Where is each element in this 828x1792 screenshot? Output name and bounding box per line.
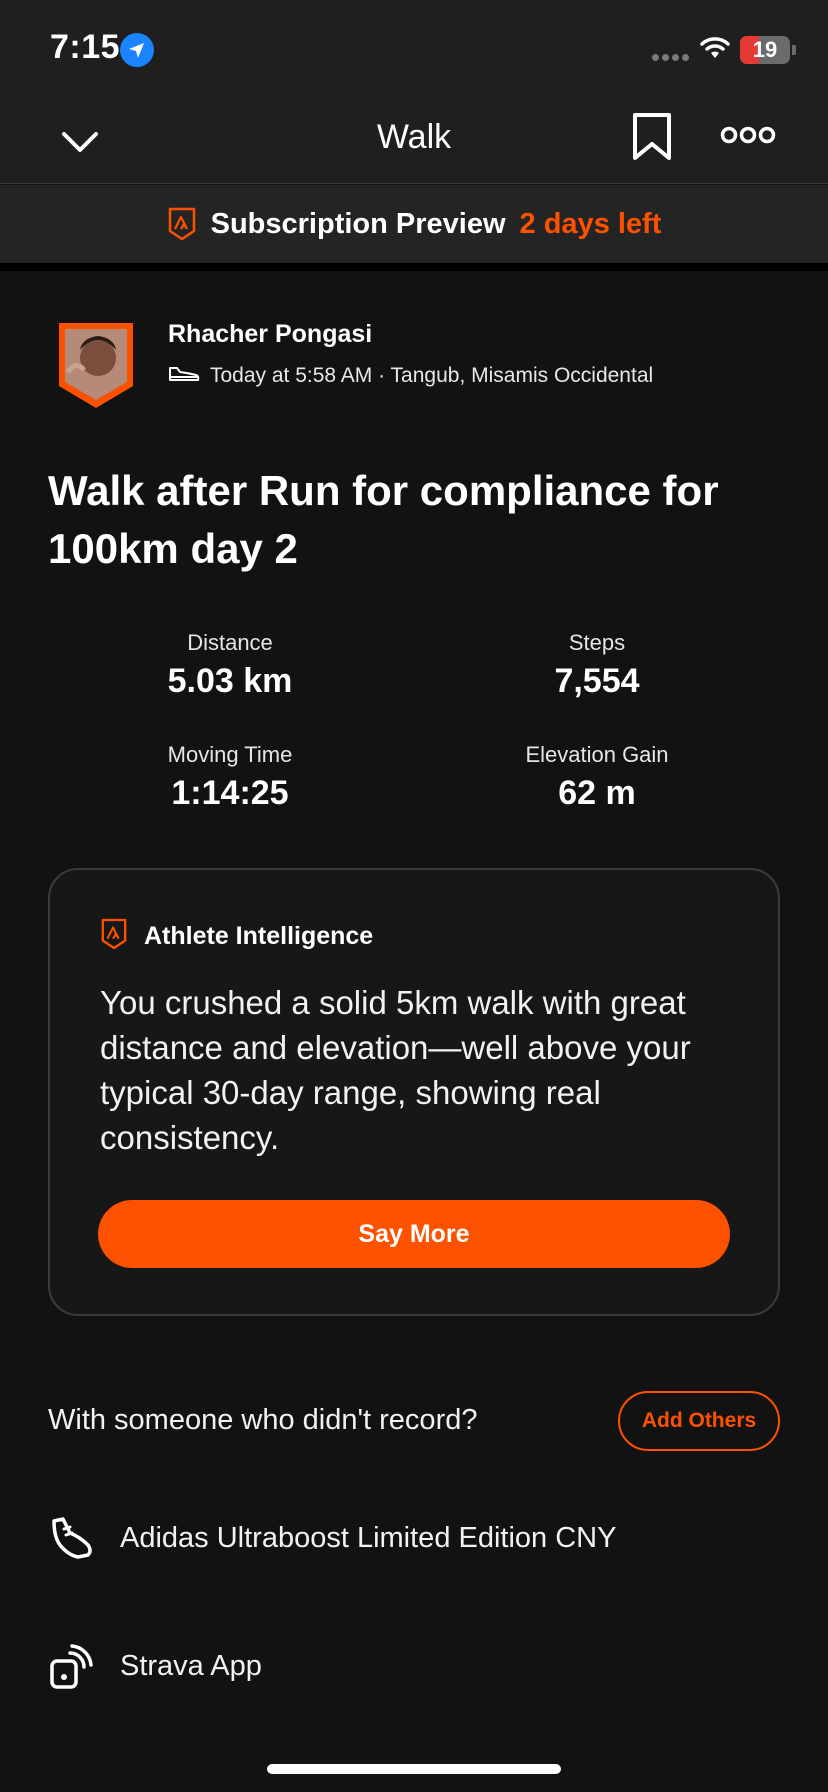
stat-moving-time: Moving Time 1:14:25	[80, 742, 380, 813]
stat-value: 7,554	[554, 662, 640, 700]
shoe-icon	[48, 1515, 94, 1561]
stat-elevation-gain: Elevation Gain 62 m	[447, 742, 747, 813]
bookmark-icon[interactable]	[630, 112, 674, 162]
battery-icon: 19	[740, 36, 790, 64]
home-indicator[interactable]	[267, 1764, 561, 1774]
subscription-days-left: 2 days left	[519, 207, 662, 240]
nav-bar: Walk	[0, 92, 828, 184]
status-bar: 7:15 19	[0, 0, 828, 92]
stat-value: 1:14:25	[171, 774, 289, 812]
battery-level: 19	[752, 37, 778, 62]
stat-label: Distance	[187, 630, 273, 655]
stat-steps: Steps 7,554	[447, 630, 747, 701]
ai-summary: You crushed a solid 5km walk with great …	[100, 984, 691, 1156]
activity-meta: Today at 5:58 AM · Tangub, Misamis Occid…	[168, 362, 653, 390]
subscription-label: Subscription Preview	[210, 207, 506, 240]
stat-value: 62 m	[558, 774, 636, 812]
athlete-avatar[interactable]	[56, 320, 136, 410]
ai-title: Athlete Intelligence	[144, 922, 374, 950]
add-others-button[interactable]: Add Others	[618, 1391, 780, 1451]
location-arrow-icon	[120, 33, 154, 67]
gear-row-device[interactable]: Strava App	[48, 1636, 788, 1696]
more-options-icon[interactable]	[720, 120, 776, 150]
wifi-icon	[700, 36, 730, 65]
activity-title: Walk after Run for compliance for 100km …	[48, 467, 719, 572]
page-title: Walk	[376, 118, 452, 156]
say-more-button[interactable]: Say More	[98, 1200, 730, 1268]
athlete-name[interactable]: Rhacher Pongasi	[168, 320, 372, 349]
gear-row-shoe[interactable]: Adidas Ultraboost Limited Edition CNY	[48, 1508, 788, 1568]
stat-value: 5.03 km	[167, 662, 293, 700]
stat-label: Steps	[568, 630, 626, 655]
gear-shoe-label: Adidas Ultraboost Limited Edition CNY	[120, 1521, 617, 1554]
walking-shoe-icon	[168, 362, 200, 390]
add-others-prompt: With someone who didn't record?	[48, 1404, 478, 1436]
stat-distance: Distance 5.03 km	[80, 630, 380, 701]
stat-label: Moving Time	[167, 742, 293, 767]
athlete-intelligence-card: Athlete Intelligence You crushed a solid…	[48, 868, 780, 1316]
device-icon	[48, 1643, 94, 1689]
subscription-banner[interactable]: Subscription Preview 2 days left	[0, 185, 828, 263]
activity-meta-text: Today at 5:58 AM · Tangub, Misamis Occid…	[210, 364, 654, 387]
strava-shield-icon	[167, 207, 197, 241]
status-time: 7:15	[50, 28, 121, 66]
cellular-signal-icon	[652, 54, 690, 61]
strava-shield-icon	[100, 918, 128, 955]
ai-header: Athlete Intelligence	[100, 918, 373, 955]
stat-label: Elevation Gain	[525, 742, 669, 767]
divider	[0, 263, 828, 271]
gear-device-label: Strava App	[120, 1649, 262, 1682]
